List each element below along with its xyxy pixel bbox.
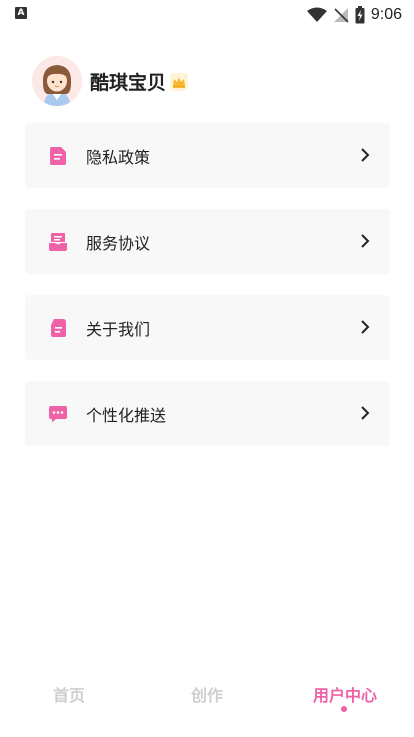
settings-menu: 隐私政策 服务协议 关于我们 个性化推送 [25,123,390,467]
tab-home[interactable]: 首页 [24,682,114,706]
bottom-tab-bar: 首页 创作 用户中心 [0,672,414,722]
username: 酷琪宝贝 [90,71,167,94]
menu-item-about-us[interactable]: 关于我们 [25,295,390,360]
avatar-girl-icon [32,56,82,106]
menu-item-personalized-push[interactable]: 个性化推送 [25,381,390,446]
status-icons: 9:06 [306,4,402,26]
status-time: 9:06 [370,6,402,23]
menu-item-label: 个性化推送 [86,405,167,425]
chevron-right-icon [361,148,370,162]
tab-user-center[interactable]: 用户中心 [300,682,390,706]
status-bar: A 9:06 [0,0,414,30]
chevron-right-icon [361,406,370,420]
menu-item-privacy-policy[interactable]: 隐私政策 [25,123,390,188]
menu-item-label: 隐私政策 [86,147,151,167]
info-card-icon [49,318,67,337]
menu-item-service-agreement[interactable]: 服务协议 [25,209,390,274]
user-profile[interactable]: 酷琪宝贝 [32,56,189,106]
app-notification-icon: A [15,7,27,19]
document-icon [49,146,67,165]
chat-bubble-icon [49,405,67,423]
inbox-icon [49,232,67,251]
avatar[interactable] [32,56,82,106]
crown-icon [170,73,189,91]
chevron-right-icon [361,234,370,248]
chevron-right-icon [361,320,370,334]
wifi-icon [306,7,327,22]
battery-charging-icon [355,6,365,24]
tab-create[interactable]: 创作 [162,682,252,706]
menu-item-label: 服务协议 [86,233,151,253]
signal-off-icon [333,8,349,23]
menu-item-label: 关于我们 [86,319,151,339]
active-tab-indicator [341,706,347,712]
